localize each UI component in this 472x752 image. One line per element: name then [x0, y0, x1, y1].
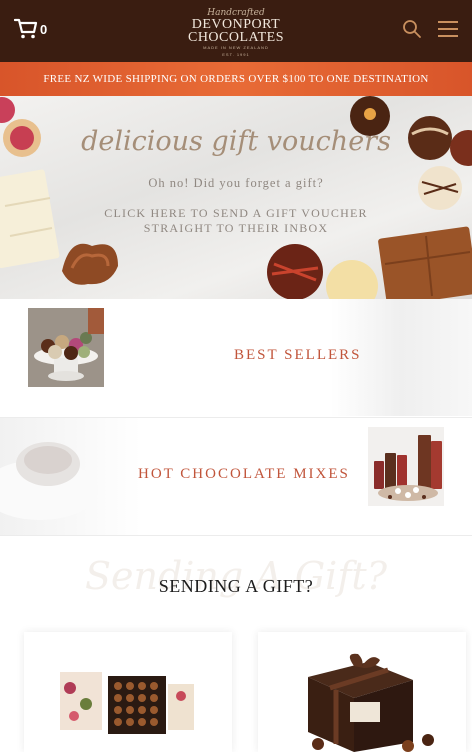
- promo-banner[interactable]: FREE NZ WIDE SHIPPING ON ORDERS OVER $10…: [0, 62, 472, 96]
- logo-est: EST. 1991: [222, 52, 250, 57]
- cart-count: 0: [40, 22, 48, 37]
- gift-product-card-2[interactable]: [258, 632, 466, 752]
- hot-chocolate-cup-decoration: [0, 442, 98, 520]
- gift-box-ribbon-image: [308, 653, 434, 752]
- best-sellers-image: [28, 308, 104, 387]
- cart-icon: [13, 18, 38, 39]
- sending-gift-section: Sending A Gift? SENDING A GIFT?: [0, 535, 472, 752]
- category-hot-chocolate[interactable]: HOT CHOCOLATE MIXES: [0, 417, 472, 535]
- gift-section-title: SENDING A GIFT?: [158, 576, 314, 596]
- menu-icon: [438, 21, 458, 37]
- logo-line-2: CHOCOLATES: [187, 30, 284, 45]
- menu-button[interactable]: [438, 21, 458, 37]
- hero-subtitle: Oh no! Did you forget a gift?: [148, 176, 324, 190]
- site-logo[interactable]: Handcrafted DEVONPORT CHOCOLATES MADE IN…: [176, 8, 296, 58]
- logo-tagline: MADE IN NEW ZEALAND: [203, 45, 269, 50]
- gift-box-chocolates-image: [60, 672, 194, 734]
- category-best-sellers[interactable]: BEST SELLERS: [0, 299, 472, 416]
- search-button[interactable]: [402, 19, 422, 39]
- cart-button[interactable]: [13, 18, 54, 44]
- hot-chocolate-label[interactable]: HOT CHOCOLATE MIXES: [138, 466, 350, 483]
- hot-chocolate-image: [368, 427, 444, 506]
- gift-product-card-1[interactable]: [24, 632, 232, 752]
- site-header: 0 Handcrafted DEVONPORT CHOCOLATES MADE …: [0, 0, 472, 62]
- chocolate-decoration-bottom: [267, 244, 378, 299]
- hero-title: delicious gift vouchers: [81, 126, 391, 157]
- hero-cta[interactable]: CLICK HERE TO SEND A GIFT VOUCHER STRAIG…: [90, 206, 382, 236]
- best-sellers-label[interactable]: BEST SELLERS: [234, 347, 362, 364]
- gift-voucher-hero[interactable]: delicious gift vouchers Oh no! Did you f…: [0, 96, 472, 299]
- search-icon: [403, 20, 421, 38]
